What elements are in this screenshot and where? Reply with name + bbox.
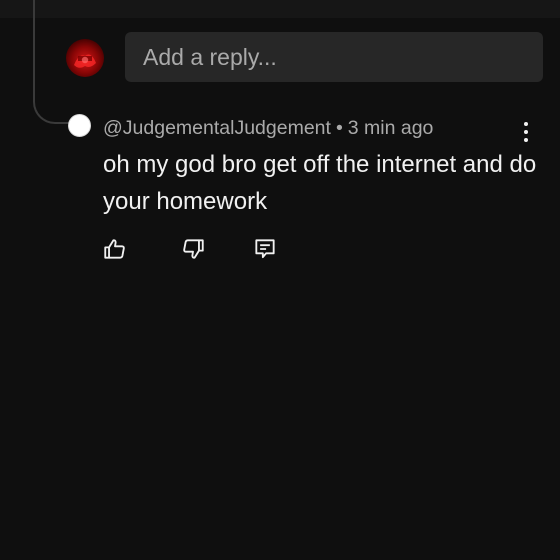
comment-meta: @JudgementalJudgement • 3 min ago [103, 117, 433, 140]
reply-button[interactable] [252, 236, 278, 262]
more-dot-icon [524, 130, 528, 134]
previous-comment-edge [0, 0, 560, 18]
reply-row [66, 32, 544, 82]
comment-author[interactable]: @JudgementalJudgement [103, 117, 331, 139]
reply-input[interactable] [125, 32, 543, 82]
meta-separator: • [335, 117, 343, 139]
comment-time: 3 min ago [347, 117, 434, 139]
avatar-art-icon [74, 54, 96, 68]
current-user-avatar[interactable] [66, 39, 104, 77]
reply-icon [255, 239, 275, 259]
thread-connector-line [33, 0, 69, 124]
more-dot-icon [524, 138, 528, 142]
like-button[interactable] [102, 236, 128, 262]
commenter-avatar[interactable] [68, 114, 91, 137]
more-options-button[interactable] [516, 120, 536, 144]
more-dot-icon [524, 122, 528, 126]
comment-thread-screen: @JudgementalJudgement•3 min ago oh my go… [0, 0, 560, 560]
thumbs-down-icon [183, 239, 204, 259]
thumbs-up-icon [104, 239, 125, 259]
comment-text: oh my god bro get off the internet and d… [103, 151, 537, 215]
dislike-button[interactable] [180, 236, 206, 262]
